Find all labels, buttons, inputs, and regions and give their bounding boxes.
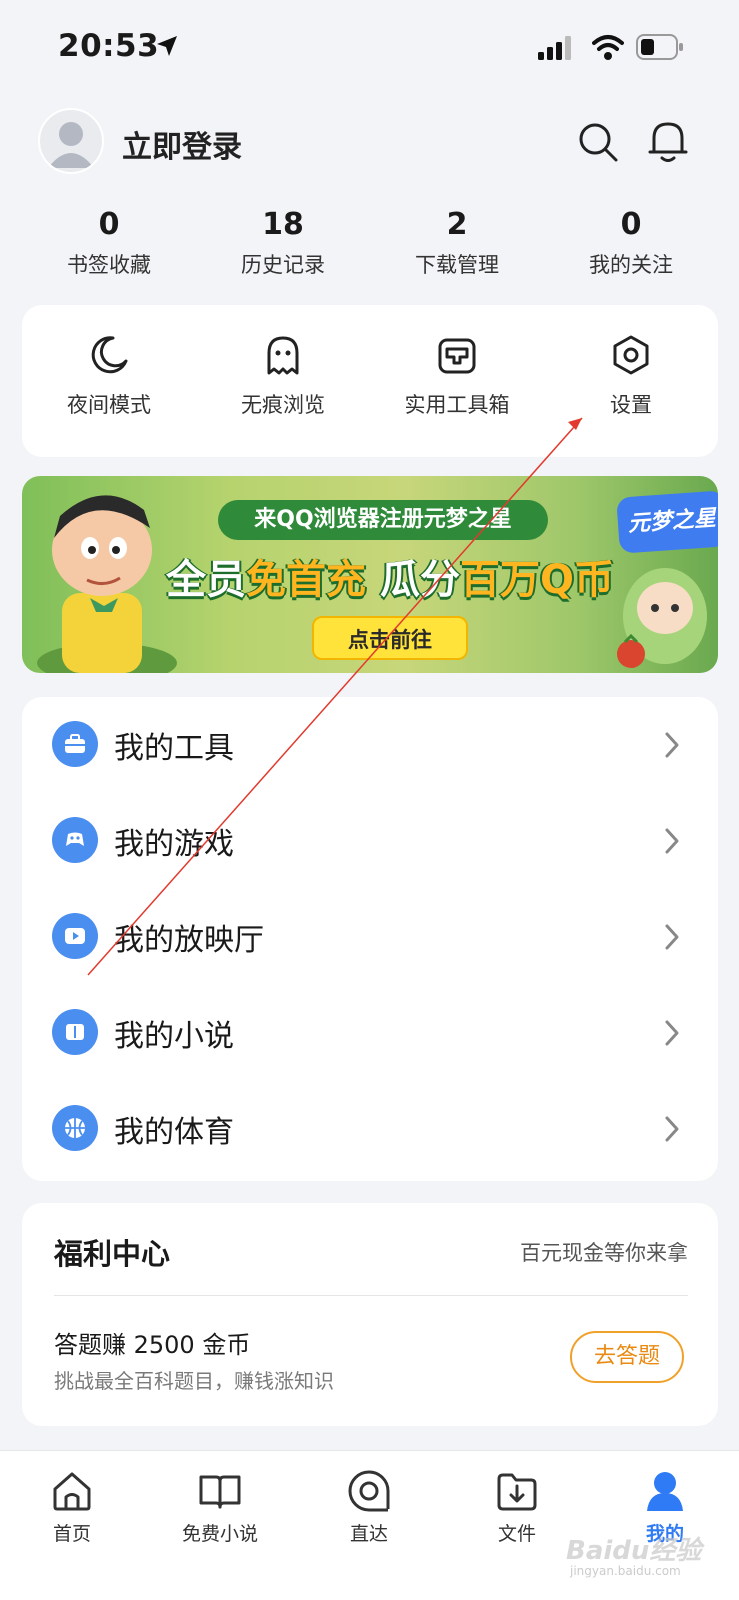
basketball-icon xyxy=(65,1118,85,1138)
location-arrow-icon xyxy=(157,36,177,56)
menu-icon-badge xyxy=(52,817,98,863)
quick-action-label: 实用工具箱 xyxy=(404,393,510,417)
menu-item-games[interactable]: 我的游戏 xyxy=(22,793,718,889)
tab-label: 首页 xyxy=(52,1523,91,1545)
cellular-signal-icon xyxy=(538,36,571,60)
home-icon xyxy=(53,1472,91,1511)
menu-icon-badge xyxy=(52,1105,98,1151)
stats-row: 0 书签收藏 18 历史记录 2 下载管理 0 我的关注 xyxy=(22,205,718,285)
stat-label: 历史记录 xyxy=(241,253,325,277)
menu-item-novels[interactable]: 我的小说 xyxy=(22,985,718,1081)
quick-action-label: 无痕浏览 xyxy=(241,393,325,417)
stat-history[interactable]: 18 历史记录 xyxy=(196,205,370,279)
welfare-center-card: 福利中心 百元现金等你来拿 答题赚 2500 金币 挑战最全百科题目，赚钱涨知识… xyxy=(22,1203,718,1426)
menu-item-sports[interactable]: 我的体育 xyxy=(22,1081,718,1177)
banner-headline-highlight: 免首充 xyxy=(246,557,367,603)
watermark-domain: jingyan.baidu.com xyxy=(570,1564,681,1578)
stat-label: 我的关注 xyxy=(589,253,673,277)
settings-button[interactable]: 设置 xyxy=(544,333,718,419)
chevron-right-icon xyxy=(665,732,679,758)
book-icon xyxy=(66,1024,84,1040)
stat-value: 2 xyxy=(446,207,468,242)
quick-action-label: 设置 xyxy=(610,393,652,417)
tab-direct[interactable]: 直达 xyxy=(309,1469,429,1546)
menu-item-theater[interactable]: 我的放映厅 xyxy=(22,889,718,985)
tab-label: 文件 xyxy=(497,1523,536,1545)
banner-headline-highlight2: 百万Q币 xyxy=(459,557,614,603)
settings-icon xyxy=(613,335,649,375)
file-download-icon xyxy=(497,1473,537,1511)
banner-top-line: 来QQ浏览器注册元梦之星 xyxy=(218,500,548,540)
stat-value: 0 xyxy=(620,207,642,242)
quick-actions-card: 夜间模式 无痕浏览 实用工具箱 设置 xyxy=(22,305,718,457)
login-button[interactable]: 立即登录 xyxy=(122,122,242,166)
tab-free-novels[interactable]: 免费小说 xyxy=(160,1469,280,1546)
tab-label: 直达 xyxy=(349,1523,388,1545)
menu-item-tools[interactable]: 我的工具 xyxy=(22,697,718,793)
chevron-right-icon xyxy=(665,1116,679,1142)
divider xyxy=(54,1295,688,1296)
status-bar: 20:53 xyxy=(0,0,739,96)
welfare-title: 福利中心 xyxy=(54,1237,171,1271)
watermark-brand: Baidu经验 xyxy=(566,1536,702,1566)
quick-action-label: 夜间模式 xyxy=(67,393,151,417)
my-menu-list: 我的工具 我的游戏 我的放映厅 我的小说 我的体育 xyxy=(22,697,718,1181)
menu-icon-badge xyxy=(52,1009,98,1055)
tab-files[interactable]: 文件 xyxy=(457,1469,577,1546)
chevron-right-icon xyxy=(665,924,679,950)
briefcase-icon xyxy=(65,734,85,753)
status-time: 20:53 xyxy=(58,28,160,64)
menu-label: 我的体育 xyxy=(114,1115,234,1150)
quiz-description: 挑战最全百科题目，赚钱涨知识 xyxy=(54,1369,334,1393)
direct-icon xyxy=(348,1470,390,1512)
moon-icon xyxy=(91,336,128,374)
menu-label: 我的放映厅 xyxy=(114,923,264,958)
stat-label: 书签收藏 xyxy=(67,253,151,277)
menu-label: 我的小说 xyxy=(114,1019,234,1054)
bell-icon[interactable] xyxy=(646,118,690,164)
toolbox-icon xyxy=(438,338,476,374)
stat-label: 下载管理 xyxy=(415,253,499,277)
chevron-right-icon xyxy=(665,1020,679,1046)
promo-banner[interactable]: 来QQ浏览器注册元梦之星 全员免首充 瓜分百万Q币 点击前往 元梦之星 xyxy=(22,476,718,673)
mascot-illustration xyxy=(617,568,707,668)
search-icon[interactable] xyxy=(576,120,620,164)
profile-header: 立即登录 xyxy=(0,100,739,190)
stat-following[interactable]: 0 我的关注 xyxy=(544,205,718,279)
tab-home[interactable]: 首页 xyxy=(12,1469,132,1546)
incognito-button[interactable]: 无痕浏览 xyxy=(196,333,370,419)
stat-value: 18 xyxy=(262,207,304,242)
game-logo: 元梦之星 xyxy=(616,490,718,554)
gamepad-icon xyxy=(66,832,84,846)
menu-icon-badge xyxy=(52,721,98,767)
ghost-icon xyxy=(267,336,299,375)
welfare-subtitle-link[interactable]: 百元现金等你来拿 xyxy=(520,1237,688,1267)
wifi-icon xyxy=(592,35,624,60)
toolbox-button[interactable]: 实用工具箱 xyxy=(370,333,544,419)
tab-label: 免费小说 xyxy=(181,1523,258,1545)
open-book-icon xyxy=(199,1475,241,1509)
user-icon xyxy=(647,1472,683,1511)
quiz-button[interactable]: 去答题 xyxy=(570,1331,684,1383)
battery-icon xyxy=(636,34,683,60)
stat-bookmarks[interactable]: 0 书签收藏 xyxy=(22,205,196,279)
quiz-title: 答题赚 2500 金币 xyxy=(54,1331,251,1359)
menu-label: 我的工具 xyxy=(114,731,234,766)
play-icon xyxy=(65,928,85,944)
menu-label: 我的游戏 xyxy=(114,827,234,862)
banner-headline: 全员免首充 瓜分百万Q币 xyxy=(150,548,630,612)
stat-value: 0 xyxy=(98,207,120,242)
banner-headline-part1: 全员 xyxy=(166,557,247,603)
banner-headline-part2: 瓜分 xyxy=(366,557,460,603)
chevron-right-icon xyxy=(665,828,679,854)
stat-downloads[interactable]: 2 下载管理 xyxy=(370,205,544,279)
avatar[interactable] xyxy=(38,108,104,174)
menu-icon-badge xyxy=(52,913,98,959)
banner-cta-button[interactable]: 点击前往 xyxy=(312,616,468,660)
night-mode-button[interactable]: 夜间模式 xyxy=(22,333,196,419)
default-avatar-icon xyxy=(48,122,94,168)
